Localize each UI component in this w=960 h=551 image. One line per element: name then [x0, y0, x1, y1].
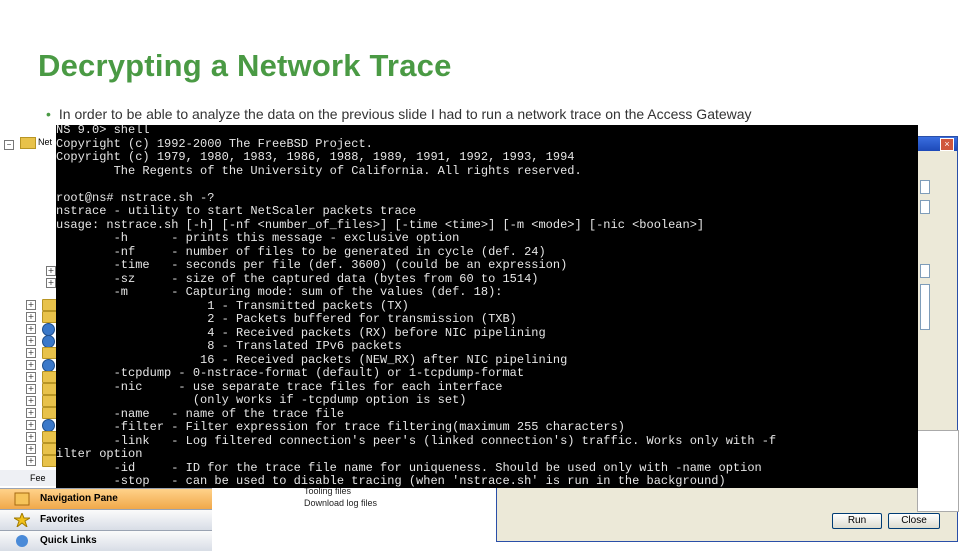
terminal-line: 16 - Received packets (NEW_RX) after NIC… [56, 352, 568, 367]
tree-row[interactable]: + [2, 359, 62, 372]
bullet-point: • In order to be able to analyze the data… [46, 106, 752, 122]
terminal-line: -stop - can be used to disable tracing (… [56, 474, 726, 488]
slide-title: Decrypting a Network Trace [38, 48, 452, 83]
tree-expand-toggle[interactable]: + [26, 456, 36, 466]
link-icon [16, 535, 28, 547]
tree-row[interactable]: + [2, 419, 62, 432]
tree-row[interactable]: + [2, 371, 62, 383]
terminal-line: -sz - size of the captured data (bytes f… [56, 271, 539, 286]
terminal-line: -tcpdump - 0-nstrace-format (default) or… [56, 366, 525, 380]
tree-expand-toggle[interactable]: + [26, 372, 36, 382]
tree-row[interactable]: + [2, 323, 62, 336]
tree-row[interactable]: + [2, 299, 62, 311]
tree-row[interactable]: + [2, 455, 62, 467]
tree-row[interactable]: + [2, 383, 62, 395]
folder-icon [20, 137, 36, 149]
tree-expand-toggle[interactable]: + [26, 396, 36, 406]
tree-row[interactable]: + [2, 347, 62, 359]
dialog-group-box [917, 430, 959, 512]
terminal-line: The Regents of the University of Califor… [56, 163, 582, 178]
navigation-pane-icon [14, 492, 30, 506]
terminal-line: -name - name of the trace file [56, 406, 345, 421]
favorites-button[interactable]: Favorites [0, 509, 212, 530]
terminal-line: 8 - Translated IPv6 packets [56, 339, 402, 353]
terminal-line: 2 - Packets buffered for transmission (T… [56, 312, 517, 326]
terminal-line: (only works if -tcpdump option is set) [56, 393, 467, 407]
tree-expand-toggle[interactable]: − [4, 140, 14, 150]
tree-row[interactable]: + [2, 407, 62, 419]
tree-expand-toggle[interactable]: + [26, 408, 36, 418]
close-button[interactable]: Close [888, 513, 940, 529]
tree-expand-toggle[interactable]: + [26, 432, 36, 442]
quick-links-label: Quick Links [40, 535, 97, 546]
tree-row[interactable]: + [2, 431, 62, 443]
tree-expand-toggle[interactable]: + [26, 300, 36, 310]
terminal-line: nstrace - utility to start NetScaler pac… [56, 204, 417, 218]
terminal-line: -filter - Filter expression for trace fi… [56, 420, 625, 434]
tree-expand-toggle[interactable]: + [26, 348, 36, 358]
terminal-line: -m - Capturing mode: sum of the values (… [56, 285, 503, 299]
close-icon[interactable]: × [940, 138, 954, 151]
favorites-label: Favorites [40, 514, 85, 525]
terminal-line: -h - prints this message - exclusive opt… [56, 231, 460, 245]
tree-expand-toggle[interactable]: + [26, 360, 36, 370]
tree-expand-toggle[interactable]: + [26, 420, 36, 430]
middle-pane [218, 480, 496, 540]
bullet-dot: • [46, 106, 51, 122]
terminal-window[interactable]: NS 9.0> shell Copyright (c) 1992-2000 The… [56, 125, 918, 488]
nav-status-text: Fee [30, 473, 46, 483]
tree-expand-toggle[interactable]: + [26, 324, 36, 334]
terminal-line: -nic - use separate trace files for each… [56, 379, 503, 394]
terminal-line: root@ns# nstrace.sh -? [56, 190, 215, 205]
tree-row[interactable]: + [2, 265, 62, 277]
tree-expand-toggle[interactable]: + [26, 384, 36, 394]
terminal-line: 1 - Transmitted packets (TX) [56, 298, 409, 313]
dialog-input-1[interactable] [920, 180, 930, 194]
navigation-pane-label: Navigation Pane [40, 493, 118, 504]
tree-row[interactable]: + [2, 277, 62, 289]
tree-row[interactable]: + [2, 335, 62, 348]
quick-links-button[interactable]: Quick Links [0, 530, 212, 551]
terminal-line: ilter option [56, 447, 143, 461]
terminal-line: -link - Log filtered connection's peer's… [56, 433, 777, 448]
tree-expand-toggle[interactable]: + [26, 444, 36, 454]
terminal-line: -time - seconds per file (def. 3600) (co… [56, 258, 568, 272]
terminal-line: 4 - Received packets (RX) before NIC pip… [56, 325, 546, 340]
tree-top-label: Net [38, 137, 53, 147]
terminal-line: Copyright (c) 1979, 1980, 1983, 1986, 19… [56, 150, 575, 164]
tree-expand-toggle[interactable]: + [26, 336, 36, 346]
terminal-line: NS 9.0> shell [56, 125, 150, 137]
navigation-pane-button[interactable]: Navigation Pane [0, 488, 212, 509]
dialog-input-3[interactable] [920, 264, 930, 278]
tree-row[interactable]: + [2, 443, 62, 455]
tree-expand-toggle[interactable]: + [26, 312, 36, 322]
dialog-input-2[interactable] [920, 200, 930, 214]
tree-expand-toggle[interactable]: + [46, 278, 56, 288]
tree-row[interactable]: + [2, 395, 62, 407]
terminal-line: -nf - number of files to be generated in… [56, 244, 546, 259]
terminal-line: Copyright (c) 1992-2000 The FreeBSD Proj… [56, 136, 373, 151]
tree-row[interactable]: + [2, 311, 62, 323]
dialog-input-4[interactable] [920, 284, 930, 330]
star-icon [14, 513, 30, 527]
bullet-text: In order to be able to analyze the data … [58, 106, 752, 122]
tree-expand-toggle[interactable]: + [46, 266, 56, 276]
terminal-line: usage: nstrace.sh [-h] [-nf <number_of_f… [56, 217, 705, 232]
terminal-line: -id - ID for the trace file name for uni… [56, 460, 762, 475]
middle-item-download-logs[interactable]: Download log files [304, 498, 377, 508]
run-button[interactable]: Run [832, 513, 882, 529]
terminal-output: NS 9.0> shell Copyright (c) 1992-2000 The… [56, 125, 776, 488]
